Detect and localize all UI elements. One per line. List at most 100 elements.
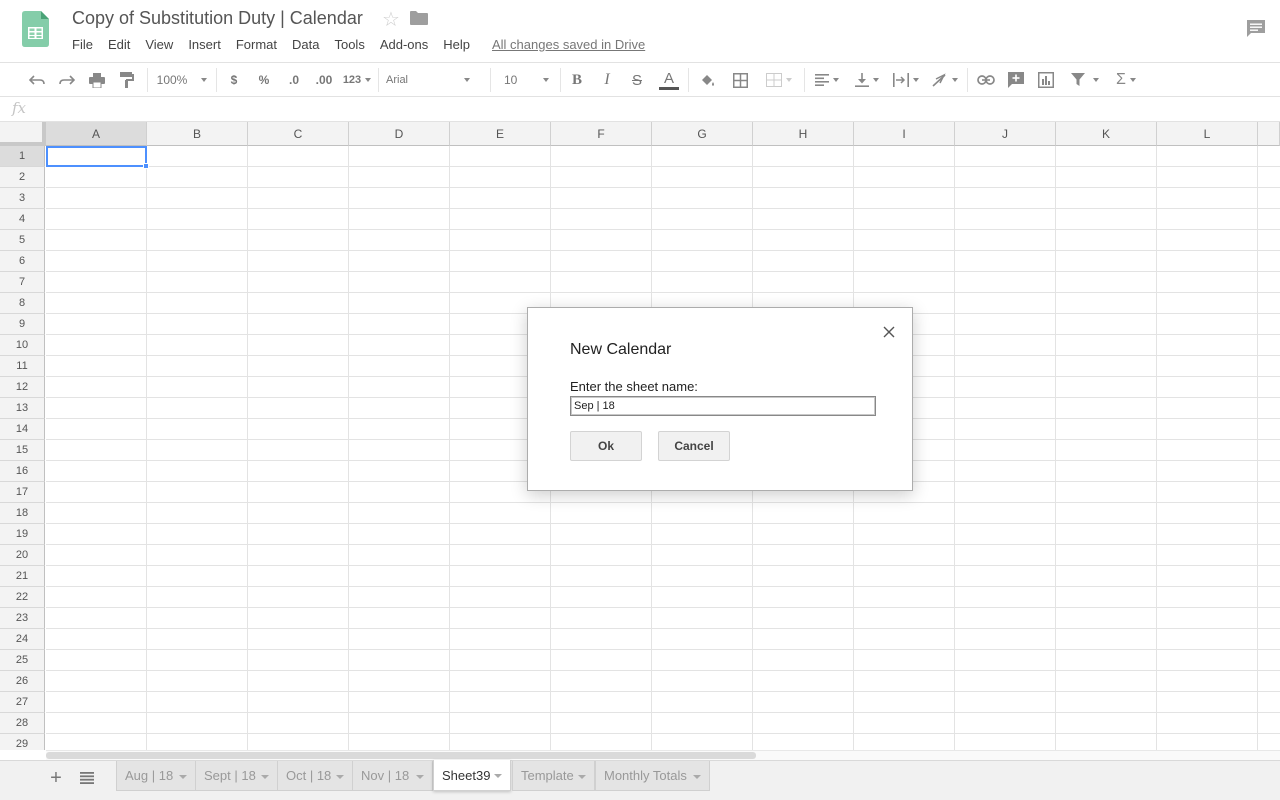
menu-format[interactable]: Format bbox=[236, 37, 277, 52]
vertical-align-icon[interactable] bbox=[851, 69, 883, 91]
sheet-tab-template[interactable]: Template bbox=[512, 761, 595, 791]
menu-edit[interactable]: Edit bbox=[108, 37, 130, 52]
chevron-down-icon[interactable] bbox=[336, 775, 344, 779]
column-header-a[interactable]: A bbox=[46, 122, 147, 146]
redo-icon[interactable] bbox=[56, 69, 78, 91]
row-header-22[interactable]: 22 bbox=[0, 587, 45, 608]
row-header-6[interactable]: 6 bbox=[0, 251, 45, 272]
strikethrough-button[interactable]: S bbox=[627, 69, 647, 91]
ok-button[interactable]: Ok bbox=[570, 431, 642, 461]
row-header-11[interactable]: 11 bbox=[0, 356, 45, 377]
merge-cells-icon[interactable] bbox=[760, 69, 798, 91]
row-header-5[interactable]: 5 bbox=[0, 230, 45, 251]
column-header-k[interactable]: K bbox=[1056, 122, 1157, 146]
font-size-dropdown[interactable]: 10 bbox=[498, 69, 554, 91]
font-family-dropdown[interactable]: Arial bbox=[386, 69, 480, 91]
row-header-19[interactable]: 19 bbox=[0, 524, 45, 545]
percent-format-button[interactable]: % bbox=[254, 69, 274, 91]
all-sheets-menu-icon[interactable] bbox=[80, 772, 94, 784]
column-header-overflow[interactable] bbox=[1258, 122, 1280, 146]
print-icon[interactable] bbox=[86, 69, 108, 91]
row-header-10[interactable]: 10 bbox=[0, 335, 45, 356]
menu-insert[interactable]: Insert bbox=[188, 37, 221, 52]
sheet-tab-sheet39[interactable]: Sheet39 bbox=[433, 760, 511, 791]
row-header-17[interactable]: 17 bbox=[0, 482, 45, 503]
column-header-j[interactable]: J bbox=[955, 122, 1056, 146]
zoom-dropdown[interactable]: 100% bbox=[154, 69, 210, 91]
add-sheet-button[interactable]: + bbox=[46, 768, 66, 788]
insert-link-icon[interactable] bbox=[975, 69, 997, 91]
insert-chart-icon[interactable] bbox=[1035, 69, 1057, 91]
row-header-26[interactable]: 26 bbox=[0, 671, 45, 692]
row-header-21[interactable]: 21 bbox=[0, 566, 45, 587]
row-header-3[interactable]: 3 bbox=[0, 188, 45, 209]
chevron-down-icon[interactable] bbox=[578, 775, 586, 779]
row-header-29[interactable]: 29 bbox=[0, 734, 45, 750]
horizontal-align-icon[interactable] bbox=[811, 69, 843, 91]
close-icon[interactable] bbox=[881, 324, 897, 340]
filter-icon[interactable] bbox=[1066, 69, 1104, 91]
column-header-g[interactable]: G bbox=[652, 122, 753, 146]
text-wrapping-icon[interactable] bbox=[890, 69, 922, 91]
increase-decimals-button[interactable]: .00 bbox=[311, 69, 337, 91]
row-header-15[interactable]: 15 bbox=[0, 440, 45, 461]
star-icon[interactable]: ☆ bbox=[382, 7, 400, 32]
chevron-down-icon[interactable] bbox=[494, 774, 502, 778]
document-title[interactable]: Copy of Substitution Duty | Calendar bbox=[72, 8, 363, 29]
chevron-down-icon[interactable] bbox=[179, 775, 187, 779]
row-header-24[interactable]: 24 bbox=[0, 629, 45, 650]
column-header-e[interactable]: E bbox=[450, 122, 551, 146]
decrease-decimals-button[interactable]: .0 bbox=[282, 69, 306, 91]
row-header-4[interactable]: 4 bbox=[0, 209, 45, 230]
text-rotation-icon[interactable] bbox=[929, 69, 961, 91]
column-header-i[interactable]: I bbox=[854, 122, 955, 146]
row-header-28[interactable]: 28 bbox=[0, 713, 45, 734]
cancel-button[interactable]: Cancel bbox=[658, 431, 730, 461]
functions-icon[interactable]: Σ bbox=[1110, 69, 1142, 91]
row-header-16[interactable]: 16 bbox=[0, 461, 45, 482]
paint-format-icon[interactable] bbox=[116, 69, 138, 91]
row-header-8[interactable]: 8 bbox=[0, 293, 45, 314]
borders-icon[interactable] bbox=[729, 69, 751, 91]
column-header-f[interactable]: F bbox=[551, 122, 652, 146]
sheet-name-input[interactable] bbox=[570, 396, 876, 416]
save-status-link[interactable]: All changes saved in Drive bbox=[492, 37, 645, 52]
sheets-logo-icon[interactable] bbox=[22, 11, 49, 47]
row-header-1[interactable]: 1 bbox=[0, 146, 45, 167]
insert-comment-icon[interactable] bbox=[1005, 69, 1027, 91]
horizontal-scrollbar-thumb[interactable] bbox=[46, 752, 756, 759]
menu-view[interactable]: View bbox=[145, 37, 173, 52]
menu-add-ons[interactable]: Add-ons bbox=[380, 37, 428, 52]
sheet-tab-monthly-totals[interactable]: Monthly Totals bbox=[595, 761, 710, 791]
row-header-25[interactable]: 25 bbox=[0, 650, 45, 671]
select-all-corner[interactable] bbox=[0, 122, 46, 146]
fill-handle[interactable] bbox=[143, 163, 149, 169]
row-header-14[interactable]: 14 bbox=[0, 419, 45, 440]
column-header-b[interactable]: B bbox=[147, 122, 248, 146]
bold-button[interactable]: B bbox=[567, 69, 587, 91]
row-header-20[interactable]: 20 bbox=[0, 545, 45, 566]
comments-icon[interactable] bbox=[1246, 19, 1266, 39]
column-header-h[interactable]: H bbox=[753, 122, 854, 146]
text-color-button[interactable]: A bbox=[658, 69, 680, 91]
row-header-13[interactable]: 13 bbox=[0, 398, 45, 419]
menu-tools[interactable]: Tools bbox=[334, 37, 364, 52]
undo-icon[interactable] bbox=[26, 69, 48, 91]
sheet-tab-oct-18[interactable]: Oct | 18 bbox=[277, 761, 353, 791]
sheet-tab-sept-18[interactable]: Sept | 18 bbox=[195, 761, 278, 791]
row-header-7[interactable]: 7 bbox=[0, 272, 45, 293]
row-header-2[interactable]: 2 bbox=[0, 167, 45, 188]
italic-button[interactable]: I bbox=[597, 69, 617, 91]
chevron-down-icon[interactable] bbox=[261, 775, 269, 779]
row-header-12[interactable]: 12 bbox=[0, 377, 45, 398]
column-header-c[interactable]: C bbox=[248, 122, 349, 146]
chevron-down-icon[interactable] bbox=[416, 775, 424, 779]
menu-data[interactable]: Data bbox=[292, 37, 319, 52]
fill-color-icon[interactable] bbox=[697, 69, 719, 91]
row-header-27[interactable]: 27 bbox=[0, 692, 45, 713]
menu-file[interactable]: File bbox=[72, 37, 93, 52]
menu-help[interactable]: Help bbox=[443, 37, 470, 52]
currency-format-button[interactable]: $ bbox=[224, 69, 244, 91]
column-header-d[interactable]: D bbox=[349, 122, 450, 146]
sheet-tab-aug-18[interactable]: Aug | 18 bbox=[116, 761, 196, 791]
